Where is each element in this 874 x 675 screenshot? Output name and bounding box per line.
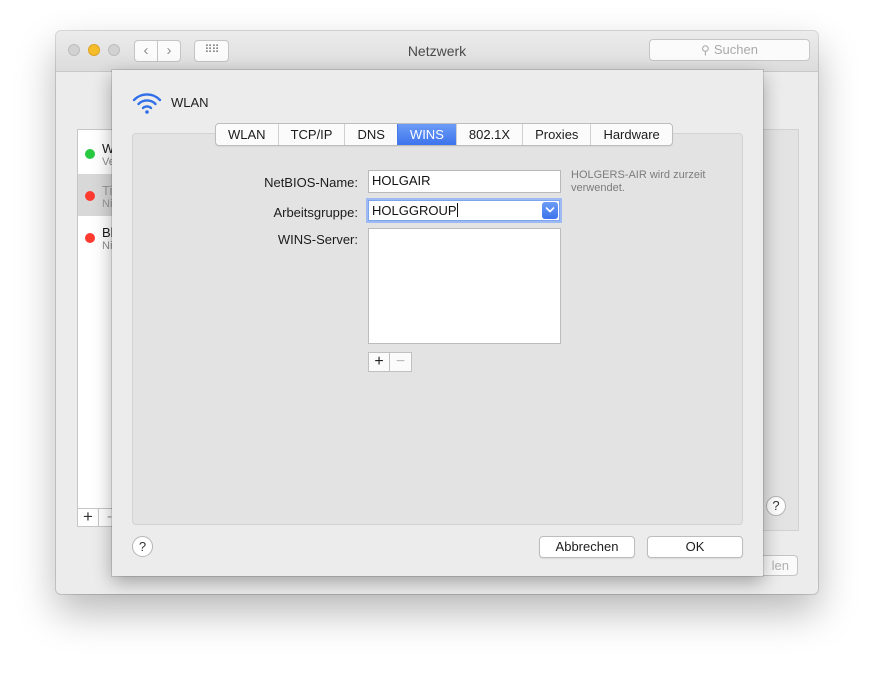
- add-service-button[interactable]: +: [77, 508, 99, 527]
- tab-dns[interactable]: DNS: [344, 124, 396, 145]
- status-dot: [85, 191, 95, 201]
- tab-hardware[interactable]: Hardware: [590, 124, 671, 145]
- text-cursor: [456, 203, 458, 217]
- netbios-name-value: HOLGAIR: [372, 173, 431, 188]
- workgroup-combobox[interactable]: HOLGGROUP: [368, 200, 560, 221]
- tab-wlan[interactable]: WLAN: [216, 124, 278, 145]
- workgroup-label: Arbeitsgruppe:: [273, 205, 358, 220]
- search-icon: ⚲: [701, 43, 710, 57]
- sheet-title: WLAN: [171, 95, 209, 110]
- netbios-name-field[interactable]: HOLGAIR: [368, 170, 561, 193]
- workgroup-dropdown-button[interactable]: [542, 202, 558, 219]
- netbios-name-label: NetBIOS-Name:: [264, 175, 358, 190]
- wins-server-label: WINS-Server:: [277, 232, 358, 247]
- wifi-icon: [132, 93, 162, 114]
- chevron-down-icon: [545, 207, 555, 213]
- advanced-settings-sheet: WLAN WLAN TCP/IP DNS WINS 802.1X Proxies…: [112, 70, 763, 576]
- search-field[interactable]: ⚲ Suchen: [649, 39, 810, 61]
- workgroup-value: HOLGGROUP: [372, 203, 457, 218]
- service-status: Ni: [102, 198, 113, 210]
- wins-server-list[interactable]: [368, 228, 561, 344]
- remove-wins-server-button[interactable]: −: [390, 352, 412, 372]
- cancel-button[interactable]: Abbrechen: [539, 536, 635, 558]
- service-name: Ti: [102, 183, 113, 198]
- tab-tcpip[interactable]: TCP/IP: [277, 124, 345, 145]
- ok-button[interactable]: OK: [647, 536, 743, 558]
- status-dot: [85, 233, 95, 243]
- search-placeholder: Suchen: [713, 42, 758, 57]
- tab-8021x[interactable]: 802.1X: [455, 124, 522, 145]
- service-status: Ni: [102, 240, 113, 252]
- tab-bar: WLAN TCP/IP DNS WINS 802.1X Proxies Hard…: [215, 123, 673, 146]
- help-button[interactable]: ?: [766, 496, 786, 516]
- details-panel: [761, 129, 799, 531]
- status-dot: [85, 149, 95, 159]
- tab-wins[interactable]: WINS: [396, 124, 456, 145]
- title-bar: ‹ › ⠿⠿ Netzwerk ⚲ Suchen: [56, 31, 818, 72]
- add-wins-server-button[interactable]: +: [368, 352, 390, 372]
- tab-proxies[interactable]: Proxies: [522, 124, 590, 145]
- netbios-hint: HOLGERS-AIR wird zurzeit verwendet.: [571, 169, 706, 194]
- help-button[interactable]: ?: [132, 536, 153, 557]
